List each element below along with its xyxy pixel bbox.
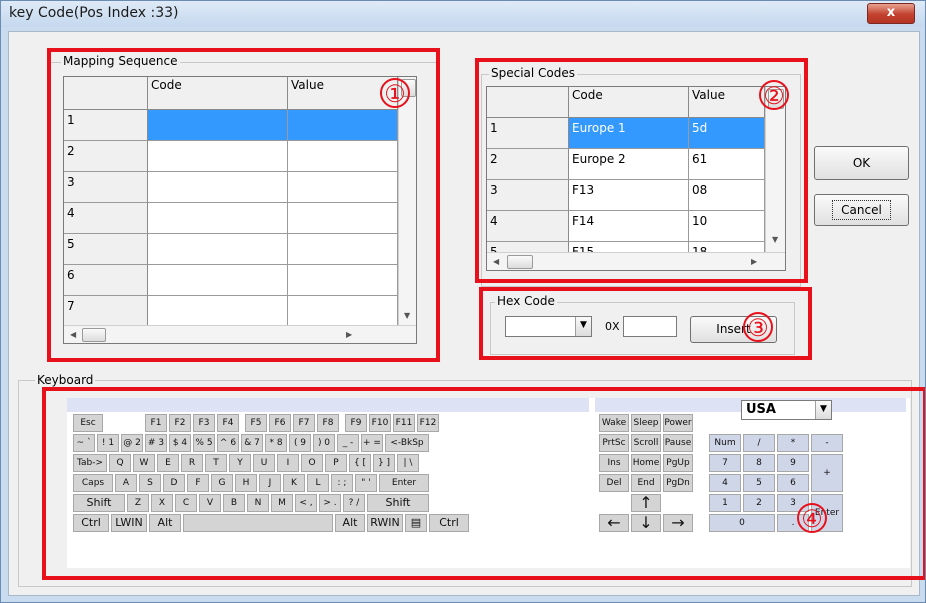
cancel-button-label: Cancel (832, 200, 891, 220)
marker-2: ② (759, 80, 789, 110)
title-bar: key Code(Pos Index :33) x (1, 1, 925, 27)
ok-button[interactable]: OK (814, 146, 909, 180)
dialog-window: key Code(Pos Index :33) x Mapping Sequen… (0, 0, 926, 603)
keyboard-label: Keyboard (35, 373, 96, 387)
marker-1: ① (380, 78, 410, 108)
marker-3: ③ (743, 312, 773, 342)
highlight-box-4 (42, 387, 925, 580)
highlight-box-2 (475, 58, 808, 283)
close-button[interactable]: x (867, 3, 915, 24)
cancel-button[interactable]: Cancel (814, 194, 909, 226)
marker-4: ④ (797, 503, 827, 533)
window-title: key Code(Pos Index :33) (9, 5, 179, 21)
